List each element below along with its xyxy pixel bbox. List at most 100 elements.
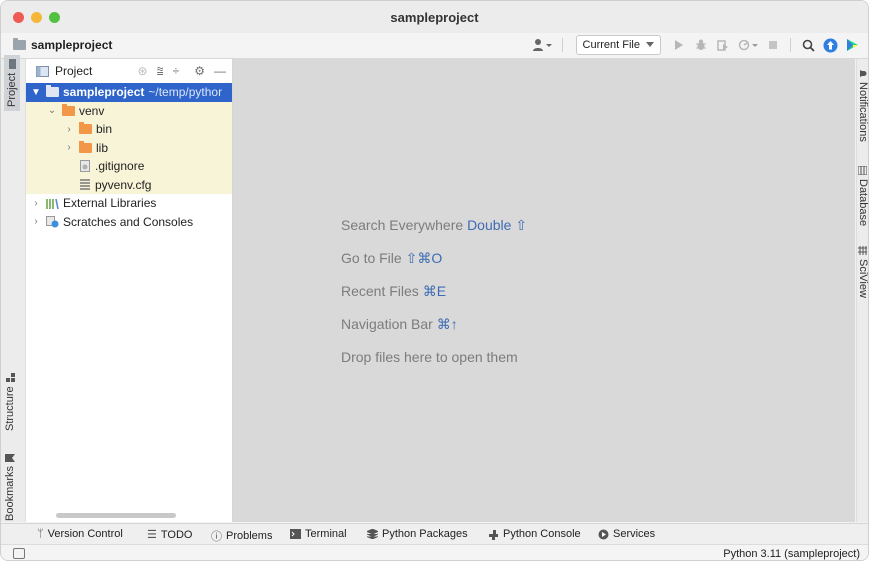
horizontal-scrollbar[interactable] [56, 513, 176, 518]
tab-bookmarks-label: Bookmarks [4, 465, 16, 521]
update-icon[interactable] [822, 37, 838, 53]
terminal-icon [290, 529, 301, 539]
tab-version-control-label: Version Control [47, 528, 123, 540]
chevron-right-icon: › [67, 142, 71, 154]
tab-python-console-label: Python Console [503, 528, 581, 540]
tab-services[interactable]: Services [598, 528, 655, 540]
tree-item-sampleproject[interactable]: ▼ sampleproject ~/temp/pythor [26, 83, 232, 102]
tab-python-console[interactable]: Python Console [488, 528, 581, 540]
tab-sciview[interactable]: SciView [857, 246, 869, 298]
tree-item-label: lib [96, 140, 109, 155]
project-panel-title[interactable]: Project [55, 64, 92, 78]
tree-item-bin[interactable]: › bin [26, 120, 232, 139]
bell-icon [860, 70, 867, 77]
tab-version-control[interactable]: ᛘ Version Control [37, 528, 123, 540]
tree-item-label: External Libraries [63, 196, 157, 211]
hint-text: Search Everywhere [341, 217, 464, 233]
tab-problems[interactable]: ⓘ Problems [211, 528, 272, 544]
hint-navigation-bar: Navigation Bar ⌘↑ [341, 316, 458, 333]
toolbar-separator [790, 38, 791, 52]
collapse-all-icon[interactable]: ÷ [173, 64, 180, 79]
tree-item-pyvenv-cfg[interactable]: pyvenv.cfg [26, 175, 232, 194]
breadcrumb-project: sampleproject [31, 38, 113, 52]
tree-item-venv[interactable]: ⌄ venv [26, 101, 232, 120]
tab-notifications[interactable]: Notifications [857, 69, 868, 142]
tab-bookmarks[interactable]: Bookmarks [4, 453, 16, 521]
chevron-down-icon: ▼ [31, 86, 41, 98]
expand-all-icon[interactable]: ⩰ [157, 64, 164, 79]
project-view-icon [36, 65, 49, 77]
hint-recent-files: Recent Files ⌘E [341, 283, 446, 300]
folder-icon [13, 38, 26, 50]
run-icon[interactable] [671, 37, 687, 53]
chevron-right-icon: › [34, 216, 38, 228]
tree-item-path: ~/temp/pythor [148, 85, 223, 100]
gear-icon[interactable]: ⚙ [194, 64, 205, 79]
tree-item-label: pyvenv.cfg [95, 177, 152, 192]
folder-icon [46, 85, 59, 98]
text-file-icon [80, 179, 90, 190]
info-icon: ⓘ [211, 531, 222, 543]
search-icon[interactable] [800, 37, 816, 53]
sciview-icon [858, 246, 868, 255]
right-tool-stripe: Notifications Database SciView [856, 59, 869, 522]
hint-search-everywhere: Search Everywhere Double ⇧ [341, 217, 527, 234]
select-opened-file-icon[interactable]: ⊛ [138, 64, 148, 79]
tab-todo[interactable]: ☰ TODO [147, 528, 192, 542]
folder-icon [79, 140, 92, 153]
hint-text: Go to File [341, 250, 402, 266]
tree-item-label: Scratches and Consoles [63, 214, 194, 229]
editor-area[interactable]: Search Everywhere Double ⇧ Go to File ⇧⌘… [233, 59, 855, 522]
tab-problems-label: Problems [226, 530, 273, 542]
toggle-tool-windows-icon[interactable] [13, 548, 25, 559]
stop-icon[interactable] [765, 37, 781, 53]
tab-python-packages-label: Python Packages [382, 528, 468, 540]
hint-shortcut: Double ⇧ [467, 217, 528, 233]
hide-panel-icon[interactable]: — [214, 64, 226, 79]
tree-item-label: .gitignore [95, 159, 145, 174]
library-icon [46, 198, 59, 209]
hint-text: Recent Files [341, 283, 419, 299]
breadcrumb[interactable]: sampleproject [13, 38, 112, 52]
jetbrains-logo-icon[interactable] [844, 37, 860, 53]
bottom-tool-bar: ᛘ Version Control ☰ TODO ⓘ Problems Term… [1, 523, 868, 545]
user-icon[interactable] [531, 37, 553, 53]
tree-item-label: bin [96, 122, 113, 137]
hint-shortcut: ⌘↑ [436, 316, 458, 332]
tree-item-external-libraries[interactable]: › External Libraries [26, 194, 232, 213]
toolbar-actions: Current File [531, 35, 860, 55]
chevron-right-icon: › [67, 123, 71, 135]
tab-project[interactable]: Project [4, 54, 20, 111]
tab-terminal[interactable]: Terminal [290, 528, 347, 540]
run-configuration-label: Current File [582, 39, 640, 51]
hint-go-to-file: Go to File ⇧⌘O [341, 250, 442, 267]
tab-structure[interactable]: Structure [4, 373, 16, 431]
folder-icon [62, 103, 75, 116]
ide-window: sampleproject sampleproject Current File [0, 0, 869, 561]
tree-item-lib[interactable]: › lib [26, 138, 232, 157]
run-configuration-dropdown[interactable]: Current File [575, 35, 661, 55]
tab-database[interactable]: Database [857, 166, 869, 227]
coverage-icon[interactable] [715, 37, 731, 53]
structure-icon [5, 373, 15, 383]
tree-item-label: venv [79, 103, 105, 118]
hint-text: Drop files here to open them [341, 349, 518, 365]
project-panel-actions: ⊛ ⩰ ÷ ⚙ — [138, 64, 226, 79]
hint-drop-files: Drop files here to open them [341, 349, 518, 365]
chevron-down-icon: ⌄ [47, 105, 57, 117]
folder-icon [9, 58, 16, 69]
interpreter-selector[interactable]: Python 3.11 (sampleproject) [723, 548, 860, 560]
tab-sciview-label: SciView [857, 259, 869, 298]
left-tool-stripe: Project Structure Bookmarks [1, 54, 26, 522]
tab-database-label: Database [857, 179, 869, 227]
debug-icon[interactable] [693, 37, 709, 53]
tab-python-packages[interactable]: Python Packages [367, 528, 468, 540]
title-bar: sampleproject [1, 1, 868, 33]
tree-item-scratches[interactable]: › Scratches and Consoles [26, 213, 232, 232]
toolbar-separator [561, 38, 563, 52]
bookmark-icon [5, 453, 15, 462]
tree-item-gitignore[interactable]: .gitignore [26, 157, 232, 176]
profile-icon[interactable] [737, 37, 759, 53]
gitignore-file-icon [80, 160, 90, 173]
window-title: sampleproject [390, 10, 479, 25]
